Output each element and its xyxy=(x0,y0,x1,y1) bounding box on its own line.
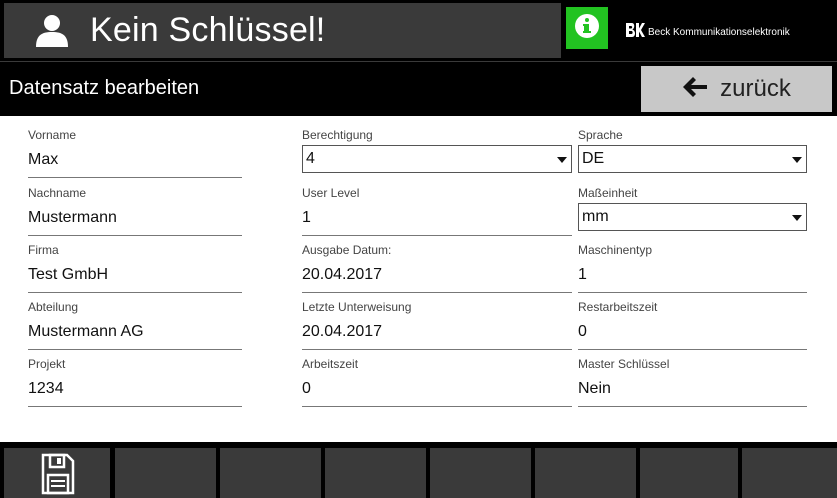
ausgabe-datum-input[interactable]: 20.04.2017 xyxy=(302,265,572,293)
vorname-label: Vorname xyxy=(28,128,77,142)
firma-field: Firma Test GmbH xyxy=(28,243,242,293)
chevron-down-icon xyxy=(792,215,802,221)
letzte-unterweisung-field: Letzte Unterweisung 20.04.2017 xyxy=(302,300,572,350)
masseinheit-field: Maßeinheit mm xyxy=(578,186,807,231)
back-button[interactable]: zurück xyxy=(641,66,832,112)
maschinentyp-field: Maschinentyp 1 xyxy=(578,243,807,293)
sub-bar: Datensatz bearbeiten zurück xyxy=(0,61,837,116)
top-bar: Kein Schlüssel! Beck Kommunikationselekt… xyxy=(0,0,837,61)
projekt-input[interactable]: 1234 xyxy=(28,379,242,407)
masseinheit-label: Maßeinheit xyxy=(578,186,638,200)
letzte-unterweisung-input[interactable]: 20.04.2017 xyxy=(302,322,572,350)
abteilung-input[interactable]: Mustermann AG xyxy=(28,322,242,350)
user-level-label: User Level xyxy=(302,186,360,200)
maschinentyp-input[interactable]: 1 xyxy=(578,265,807,293)
back-label: zurück xyxy=(720,75,791,102)
user-level-field: User Level 1 xyxy=(302,186,572,236)
nachname-input[interactable]: Mustermann xyxy=(28,208,242,236)
function-button-8[interactable] xyxy=(742,448,837,498)
vorname-field: Vorname Max xyxy=(28,128,242,178)
app-title: Kein Schlüssel! xyxy=(90,11,326,49)
abteilung-field: Abteilung Mustermann AG xyxy=(28,300,242,350)
master-schluessel-input[interactable]: Nein xyxy=(578,379,807,407)
masseinheit-select[interactable]: mm xyxy=(578,203,807,231)
berechtigung-value: 4 xyxy=(306,150,315,167)
function-button-7[interactable] xyxy=(640,448,738,498)
page-title: Datensatz bearbeiten xyxy=(9,77,200,99)
abteilung-label: Abteilung xyxy=(28,300,79,314)
letzte-unterweisung-label: Letzte Unterweisung xyxy=(302,300,412,314)
vorname-input[interactable]: Max xyxy=(28,150,242,178)
arbeitszeit-input[interactable]: 0 xyxy=(302,379,572,407)
sprache-label: Sprache xyxy=(578,128,623,142)
arbeitszeit-field: Arbeitszeit 0 xyxy=(302,357,572,407)
restarbeitszeit-label: Restarbeitszeit xyxy=(578,300,658,314)
info-icon xyxy=(574,13,600,44)
firma-label: Firma xyxy=(28,243,59,257)
user-icon xyxy=(34,13,70,49)
edit-form: Vorname Max Nachname Mustermann Firma Te… xyxy=(0,116,837,442)
masseinheit-value: mm xyxy=(582,208,609,225)
berechtigung-select[interactable]: 4 xyxy=(302,145,572,173)
nachname-field: Nachname Mustermann xyxy=(28,186,242,236)
function-button-3[interactable] xyxy=(220,448,321,498)
user-level-input[interactable]: 1 xyxy=(302,208,572,236)
function-button-5[interactable] xyxy=(430,448,531,498)
info-button[interactable] xyxy=(566,7,608,49)
chevron-down-icon xyxy=(792,157,802,163)
arrow-left-icon xyxy=(682,76,708,103)
ausgabe-datum-field: Ausgabe Datum: 20.04.2017 xyxy=(302,243,572,293)
master-schluessel-field: Master Schlüssel Nein xyxy=(578,357,807,407)
save-icon xyxy=(41,453,75,498)
sprache-value: DE xyxy=(582,150,605,167)
sprache-select[interactable]: DE xyxy=(578,145,807,173)
berechtigung-label: Berechtigung xyxy=(302,128,373,142)
function-button-6[interactable] xyxy=(535,448,636,498)
ausgabe-datum-label: Ausgabe Datum: xyxy=(302,243,392,257)
firma-input[interactable]: Test GmbH xyxy=(28,265,242,293)
title-block: Kein Schlüssel! xyxy=(4,3,561,58)
bottom-bar xyxy=(0,442,837,498)
nachname-label: Nachname xyxy=(28,186,87,200)
master-schluessel-label: Master Schlüssel xyxy=(578,357,670,371)
function-button-2[interactable] xyxy=(115,448,216,498)
sprache-field: Sprache DE xyxy=(578,128,807,173)
brand-logo xyxy=(625,22,645,43)
brand-name: Beck Kommunikationselektronik xyxy=(648,27,790,38)
berechtigung-field: Berechtigung 4 xyxy=(302,128,572,173)
projekt-label: Projekt xyxy=(28,357,66,371)
arbeitszeit-label: Arbeitszeit xyxy=(302,357,359,371)
projekt-field: Projekt 1234 xyxy=(28,357,242,407)
brand: Beck Kommunikationselektronik xyxy=(625,22,790,43)
restarbeitszeit-input[interactable]: 0 xyxy=(578,322,807,350)
restarbeitszeit-field: Restarbeitszeit 0 xyxy=(578,300,807,350)
save-button[interactable] xyxy=(4,448,110,498)
function-button-4[interactable] xyxy=(325,448,426,498)
chevron-down-icon xyxy=(557,157,567,163)
maschinentyp-label: Maschinentyp xyxy=(578,243,653,257)
